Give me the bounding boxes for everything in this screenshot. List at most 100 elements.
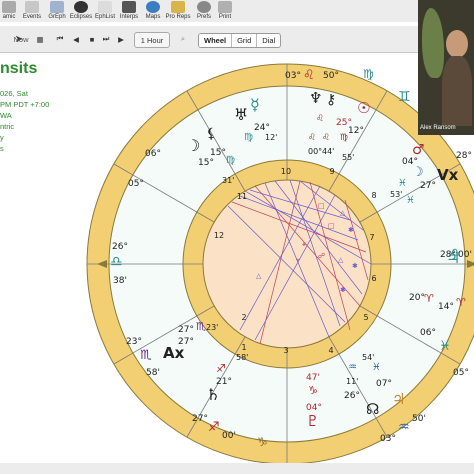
planet-sign-glyph: ♓ [372, 362, 381, 373]
planet-sign-glyph: ♓ [406, 195, 415, 206]
house-number: 6 [371, 274, 376, 283]
cusp-degree: 03° [285, 71, 301, 81]
cusp-degree: 23° [126, 337, 142, 347]
webcam-name-label: Alex Ransom [420, 125, 456, 131]
house-number: 4 [328, 346, 333, 355]
house-number: 12 [214, 231, 224, 240]
planet-degree: 12° [348, 126, 364, 136]
planet-sign-glyph: ♐ [216, 362, 226, 375]
bottom-bar [0, 463, 474, 474]
jupiter-icon: ♃ [446, 248, 460, 267]
cusp-minute: 58' [146, 368, 160, 378]
aspect-glyph: ✱ [348, 226, 354, 234]
planet-minute: 58' [236, 353, 248, 362]
planet-degree: 07° [376, 379, 392, 389]
aspect-center [202, 179, 372, 349]
planet-sign-glyph: ♌ [322, 133, 330, 143]
house-number: 1 [241, 343, 246, 352]
planet-sign: ♍ [226, 155, 235, 166]
moon-icon: ☽ [186, 136, 200, 155]
pluto-icon: ⚷ [326, 92, 336, 108]
cusp-sign: ♌ [303, 68, 315, 83]
planet-sign-glyph: ♈ [456, 296, 466, 309]
wheel-group: □ △ □ ✱ ⚹ ⌖ ☍ △ ✱ △ ✱ 11 12 2 3 1 4 5 6 … [86, 63, 474, 465]
cusp-degree: 03° [380, 434, 396, 444]
cusp-degree: 27° [192, 414, 208, 424]
cusp-degree: 06° [420, 328, 436, 338]
vertex-icon: ☽ [412, 165, 424, 180]
planet-sign-glyph: ♒ [348, 362, 357, 373]
planet-degree: 47' [306, 373, 320, 383]
planet-minute: 12' [265, 133, 277, 142]
planet-minute: 55' [342, 153, 354, 162]
cusp-minute: 50' [412, 414, 426, 424]
jupiter-glyph-icon: ♃ [392, 390, 405, 408]
house-number: 9 [329, 167, 334, 176]
node-icon: ☊ [366, 400, 379, 418]
mercury-icon: ☿ [250, 95, 260, 114]
sun-icon: ☉ [357, 99, 370, 117]
webcam-overlay: Alex Ransom [418, 0, 474, 135]
cusp-sign: ♑ [257, 435, 268, 449]
cusp-degree: 06° [145, 149, 161, 159]
planet-degree: 26° [344, 391, 360, 401]
lilith-icon: ⚸ [206, 126, 216, 142]
planet-degree: 20° [409, 293, 425, 303]
planet-sign-glyph: ♌ [316, 114, 324, 124]
mars-icon: ♂ [412, 142, 425, 158]
planet-sign-glyph: ♓ [398, 178, 407, 189]
house-number: 10 [281, 167, 291, 176]
planet-sign-glyph: ♏ [196, 320, 206, 333]
pluto-glyph-icon: ♇ [306, 412, 319, 430]
cusp-minute: 05° [453, 368, 469, 378]
cusp-degree: 28° [456, 151, 472, 161]
saturn-icon: ♄ [206, 385, 220, 404]
house-number: 5 [363, 313, 368, 322]
cusp-sign: ♍ [363, 67, 374, 81]
planet-minute: 00° [308, 147, 322, 156]
house-number: 7 [369, 233, 374, 242]
aspect-glyph: ✱ [340, 286, 346, 294]
planet-sign-glyph: ♑ [308, 384, 318, 397]
planet-sign-glyph: ♍ [340, 133, 348, 143]
cusp-degree: 05° [128, 179, 144, 189]
planet-minute: 53' [390, 190, 402, 199]
planet-degree: 27° [178, 325, 194, 335]
cusp-sign: ♓ [439, 339, 451, 354]
cusp-sign: ♎ [110, 254, 123, 270]
planet-sign: ♍ [244, 132, 253, 143]
person-image [442, 56, 472, 126]
cusp-degree: 26° [112, 242, 128, 252]
house-number: 3 [283, 346, 288, 355]
neptune-icon: ♆ [309, 89, 322, 107]
planet-degree: 14° [438, 302, 454, 312]
planet-minute: 11' [346, 377, 358, 386]
cusp-sign: ♒ [398, 420, 410, 435]
cusp-sign: ♏ [140, 348, 152, 363]
aspect-glyph: ✱ [352, 262, 358, 270]
planet-minute: 23' [206, 323, 218, 332]
aspect-glyph: △ [256, 272, 262, 280]
planet-minute: 54' [362, 353, 374, 362]
chart-wheel: □ △ □ ✱ ⚹ ⌖ ☍ △ ✱ △ ✱ 11 12 2 3 1 4 5 6 … [86, 63, 474, 465]
house-number: 2 [241, 313, 246, 322]
face-image [446, 30, 468, 58]
planet-degree: 24° [254, 123, 270, 133]
house-number: 11 [237, 192, 247, 201]
planet-degree: 15° [198, 158, 214, 168]
aspect-glyph: ☍ [318, 252, 325, 260]
uranus-icon: ♅ [234, 105, 248, 124]
planet-degree: 27° [420, 181, 436, 191]
aspect-glyph: △ [340, 209, 346, 217]
planet-sign-glyph: ♌ [308, 133, 316, 143]
aspect-glyph: ⌖ [296, 256, 300, 264]
cusp-sign: ♐ [208, 420, 220, 435]
planet-degree: 15° [210, 148, 226, 158]
cusp-minute: 50° [323, 71, 339, 81]
vertex-label: Vx [437, 166, 459, 184]
planet-sign-glyph: ♈ [424, 292, 434, 305]
plant-image [422, 8, 444, 78]
house-number: 8 [371, 191, 376, 200]
planet-minute: 44' [322, 147, 334, 156]
aspect-glyph: △ [338, 256, 344, 264]
